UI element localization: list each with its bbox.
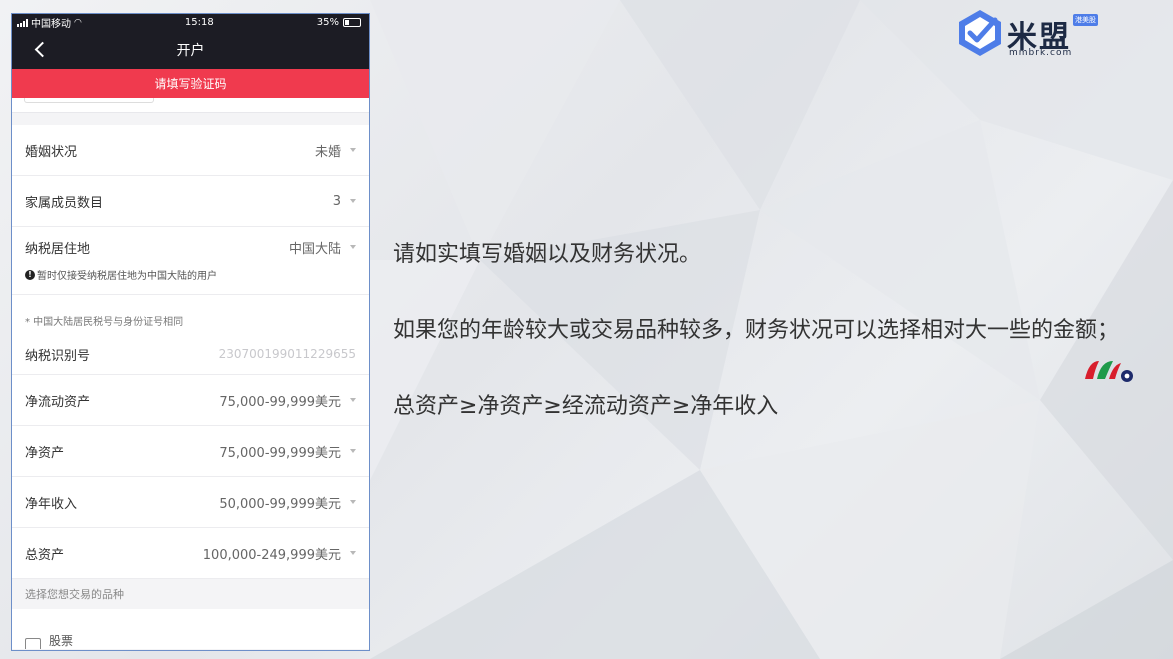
tax-id-row[interactable]: 纳税识别号 230700199011229655 — [12, 334, 369, 375]
tax-id-input[interactable]: 230700199011229655 — [219, 347, 356, 361]
dropdown-caret-icon — [350, 551, 356, 555]
checkbox-icon[interactable] — [25, 638, 41, 649]
row-label: 净资产 — [25, 445, 65, 461]
instruction-line-1: 请如实填写婚姻以及财务状况。 — [393, 242, 702, 267]
status-bar: 中国移动 ◠ 15:18 35% — [12, 14, 369, 31]
page-title: 开户 — [176, 43, 205, 59]
dropdown-caret-icon — [350, 398, 356, 402]
net-assets-row[interactable]: 净资产 75,000-99,999美元 — [12, 426, 369, 477]
row-value: 中国大陆 — [288, 241, 341, 257]
row-value: 100,000-249,999美元 — [202, 547, 341, 563]
stock-option-item[interactable]: 股票 — [12, 609, 369, 649]
check-shield-icon — [959, 10, 1001, 56]
hint-text: 暂时仅接受纳税居住地为中国大陆的用户 — [37, 271, 217, 282]
battery-percent: 35% — [316, 17, 339, 28]
brand-logo: 米盟 港美股 mmbrk.com — [955, 8, 1100, 60]
tax-id-note: * 中国大陆居民税号与身份证号相同 — [25, 317, 184, 328]
brand-url: mmbrk.com — [1009, 48, 1073, 58]
verification-alert: 请填写验证码 — [12, 69, 369, 98]
option-label: 股票 — [49, 634, 74, 648]
row-label: 婚姻状况 — [25, 144, 78, 160]
row-label: 家属成员数目 — [25, 195, 104, 211]
row-label: 纳税居住地 — [25, 241, 91, 257]
wifi-icon: ◠ — [74, 17, 82, 28]
total-assets-row[interactable]: 总资产 100,000-249,999美元 — [12, 528, 369, 579]
tax-residence-row[interactable]: 纳税居住地 中国大陆 — [12, 227, 369, 267]
instruction-line-2: 如果您的年龄较大或交易品种较多，财务状况可以选择相对大一些的金额； — [393, 318, 1120, 343]
dropdown-caret-icon — [350, 245, 356, 249]
trade-products-header: 选择您想交易的品种 — [12, 579, 369, 609]
row-value: 75,000-99,999美元 — [219, 445, 341, 461]
row-value: 50,000-99,999美元 — [219, 496, 341, 512]
row-label: 净流动资产 — [25, 394, 91, 410]
signal-icon — [17, 18, 28, 27]
personal-section: 婚姻状况 未婚 家属成员数目 3 纳税居住地 中国大陆 ! 暂时仅接受纳税居住地… — [12, 125, 369, 579]
instruction-line-3: 总资产≥净资产≥经流动资产≥净年收入 — [393, 394, 779, 419]
dropdown-caret-icon — [350, 500, 356, 504]
dropdown-caret-icon — [350, 148, 356, 152]
net-liquid-assets-row[interactable]: 净流动资产 75,000-99,999美元 — [12, 375, 369, 426]
back-chevron-icon[interactable] — [34, 41, 51, 58]
previous-field-stub — [12, 98, 369, 113]
dropdown-caret-icon — [350, 199, 356, 203]
family-members-row[interactable]: 家属成员数目 3 — [12, 176, 369, 227]
brand-tag: 港美股 — [1073, 14, 1098, 26]
row-value: 未婚 — [314, 144, 341, 160]
carrier-label: 中国移动 — [31, 19, 71, 30]
phone-screenshot: 中国移动 ◠ 15:18 35% 开户 请填写验证码 婚姻状况 未婚 家属成员数… — [11, 13, 370, 651]
tax-residence-hint: ! 暂时仅接受纳税居住地为中国大陆的用户 — [12, 267, 369, 295]
row-value: 3 — [332, 193, 341, 209]
marital-status-row[interactable]: 婚姻状况 未婚 — [12, 125, 369, 176]
nav-bar: 开户 — [12, 31, 369, 69]
dropdown-caret-icon — [350, 449, 356, 453]
row-value: 75,000-99,999美元 — [219, 394, 341, 410]
row-label: 总资产 — [25, 547, 65, 563]
battery-icon — [342, 18, 361, 27]
watermark-logo-icon — [1085, 361, 1133, 382]
clock: 15:18 — [184, 17, 214, 28]
exclamation-icon: ! — [25, 269, 35, 280]
row-label: 纳税识别号 — [25, 348, 91, 364]
row-label: 净年收入 — [25, 496, 78, 512]
net-annual-income-row[interactable]: 净年收入 50,000-99,999美元 — [12, 477, 369, 528]
